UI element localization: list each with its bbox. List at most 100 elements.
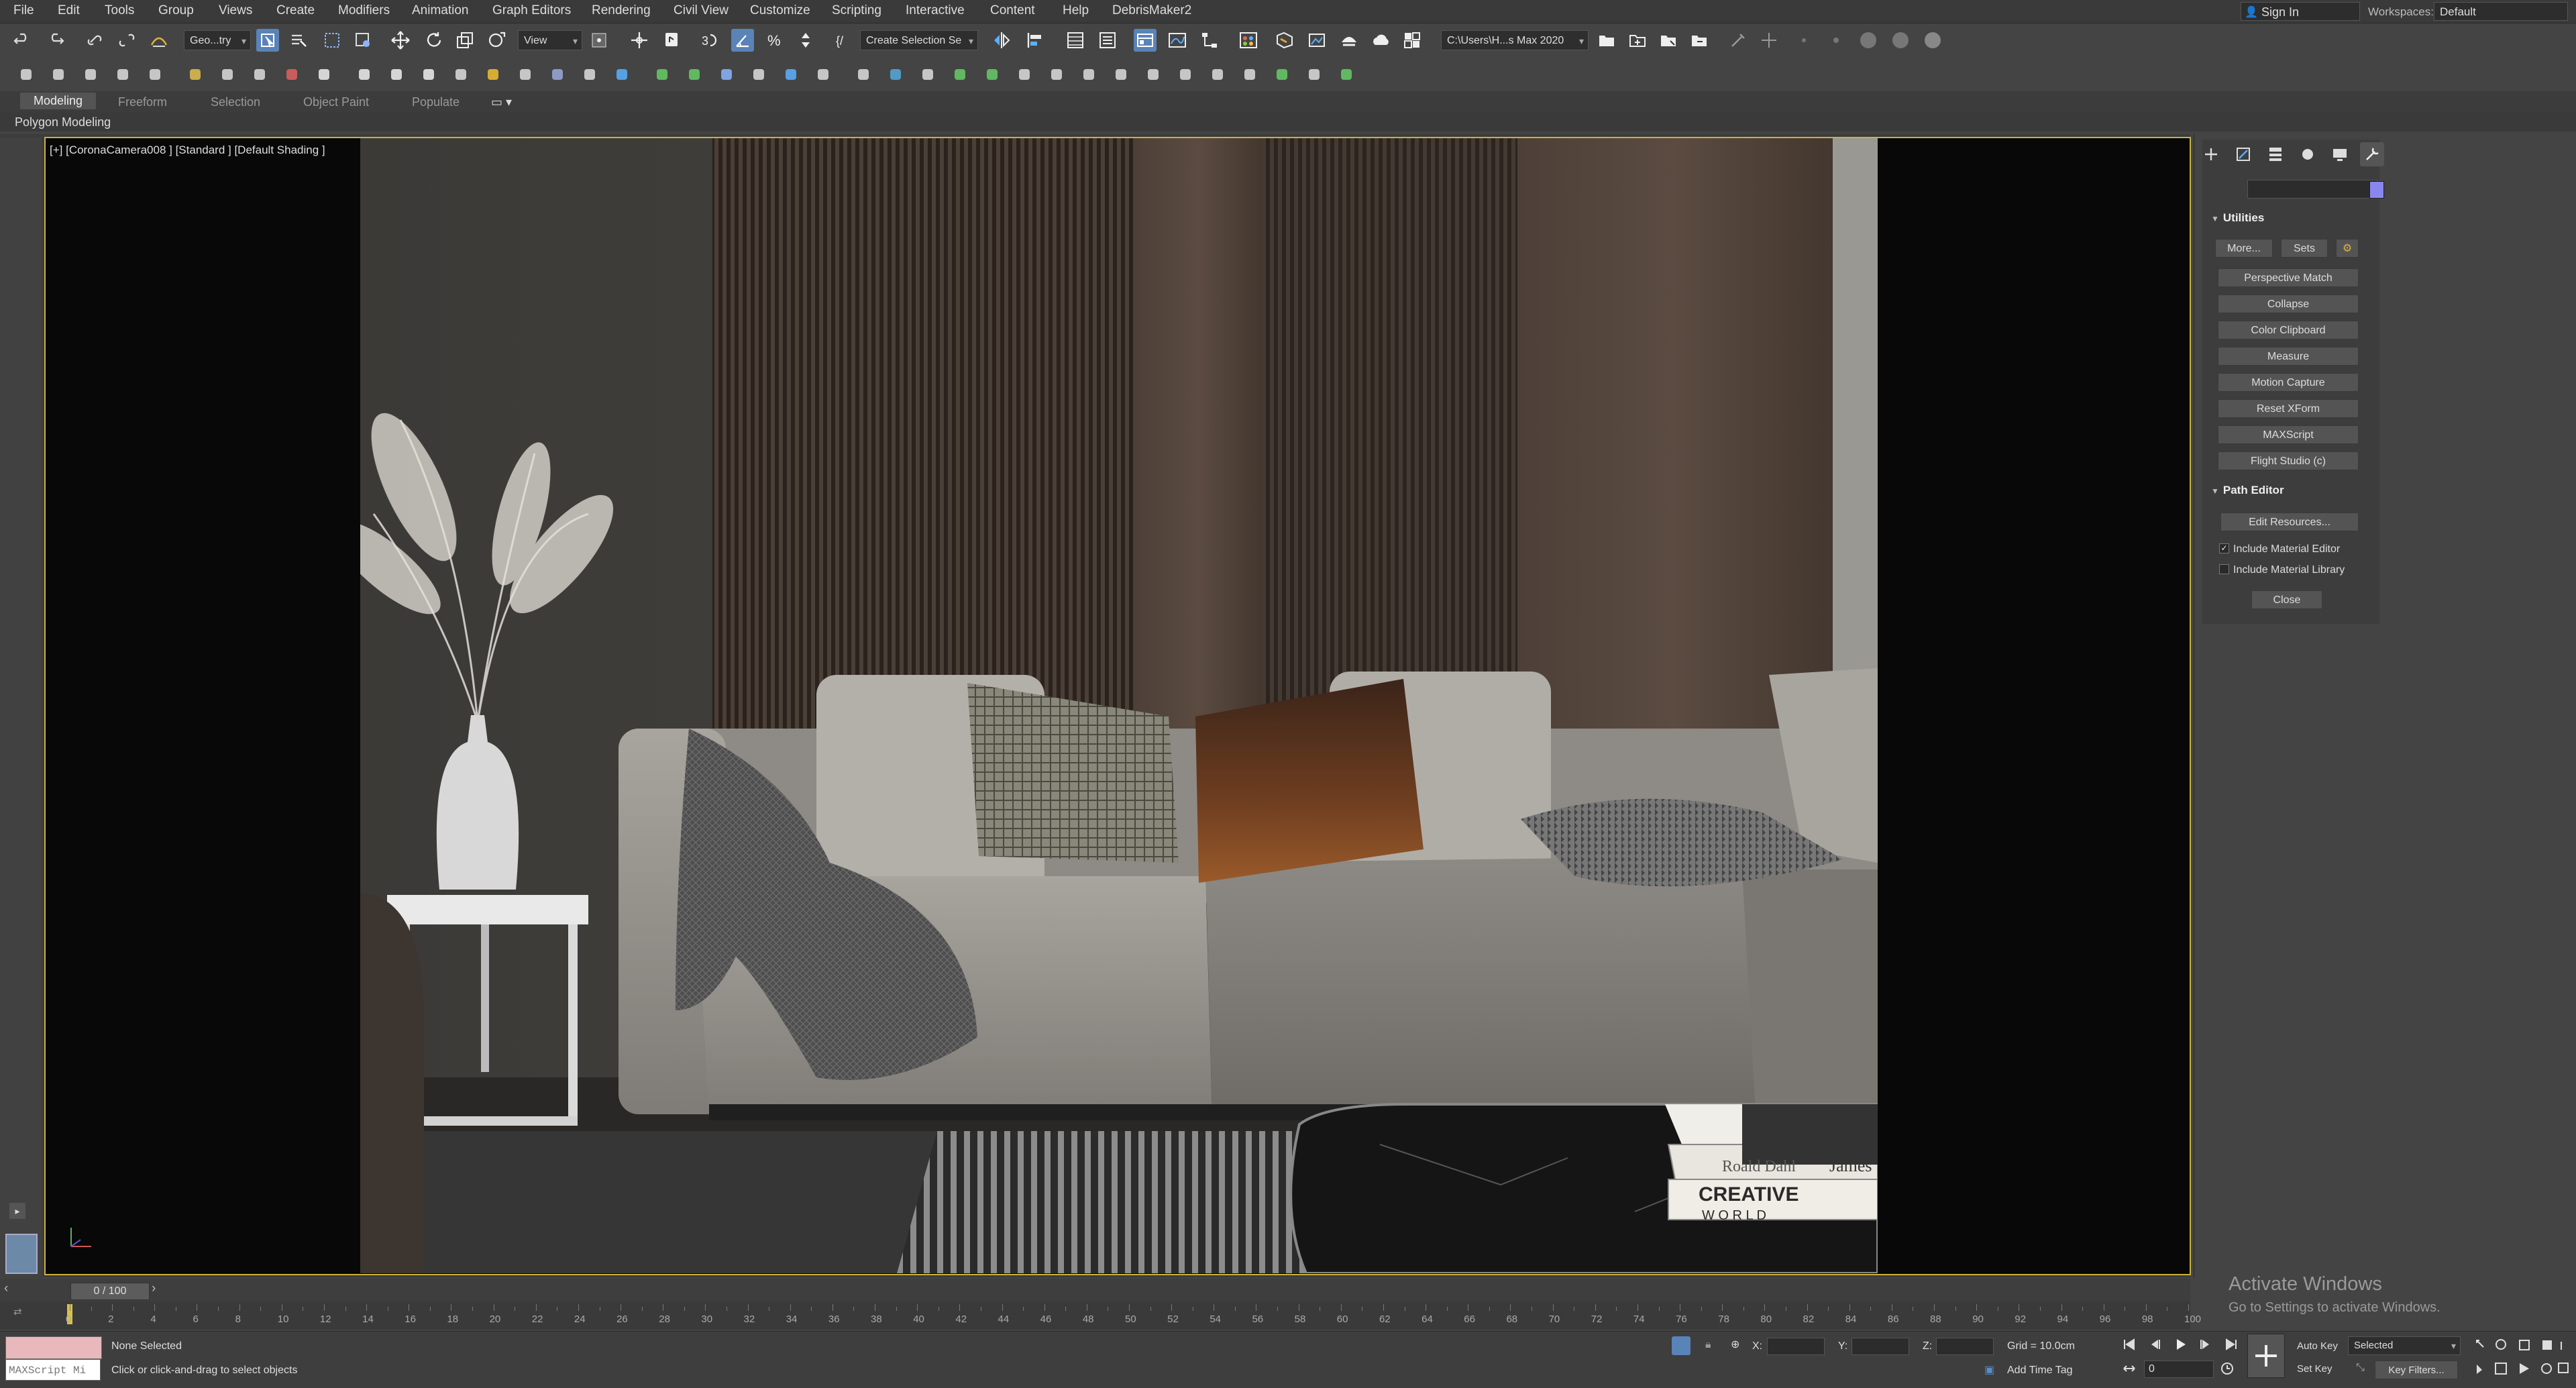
menu-debrismaker2[interactable]: DebrisMaker2: [1112, 3, 1191, 18]
more-button[interactable]: More...: [2215, 239, 2273, 258]
expand-icon[interactable]: ▸: [9, 1203, 25, 1219]
time-slider-handle[interactable]: 0 / 100: [70, 1283, 150, 1300]
material-icon[interactable]: [683, 63, 706, 86]
schematic-view-icon[interactable]: [1198, 29, 1221, 52]
key-mode-dropdown[interactable]: Selected: [2348, 1336, 2461, 1355]
tab-object-paint[interactable]: Object Paint: [303, 95, 369, 109]
z-coordinate-field[interactable]: [1936, 1338, 1994, 1355]
slider-next-icon[interactable]: ›: [152, 1281, 156, 1296]
utilities-tab-icon[interactable]: [2360, 142, 2384, 166]
render-production-icon[interactable]: [1338, 29, 1360, 52]
tool-g-icon[interactable]: [1271, 63, 1293, 86]
tool-h-icon[interactable]: [1303, 63, 1326, 86]
flight-studio-button[interactable]: Flight Studio (c): [2218, 451, 2359, 470]
include-material-editor-checkbox[interactable]: ✓ Include Material Editor: [2219, 543, 2340, 555]
render-frame-icon[interactable]: [79, 63, 102, 86]
explorer-icon[interactable]: [15, 63, 38, 86]
render-icon-extra[interactable]: [1401, 29, 1424, 52]
menu-create[interactable]: Create: [276, 3, 315, 18]
unlink-icon[interactable]: [115, 29, 138, 52]
teapot-icon[interactable]: [417, 63, 440, 86]
place-icon[interactable]: [486, 29, 508, 52]
menu-content[interactable]: Content: [990, 3, 1035, 18]
rig-icon[interactable]: [280, 63, 303, 86]
set-keys-icon[interactable]: [2247, 1334, 2285, 1378]
box-primitive-icon[interactable]: [313, 63, 335, 86]
bind-space-warp-icon[interactable]: [148, 29, 170, 52]
cylinder-icon[interactable]: [385, 63, 408, 86]
layer-icon[interactable]: [111, 63, 134, 86]
forest-icon[interactable]: [651, 63, 674, 86]
configure-sets-icon[interactable]: ⚙: [2336, 239, 2359, 258]
globe-icon[interactable]: [610, 63, 633, 86]
isolate-selection-icon[interactable]: [1672, 1336, 1690, 1355]
polygon-modeling-label[interactable]: Polygon Modeling: [15, 115, 111, 129]
viewport-layout-icon[interactable]: [5, 1234, 38, 1274]
mini-curve-editor-icon[interactable]: ⇄: [13, 1305, 39, 1323]
auto-key-button[interactable]: Auto Key: [2297, 1340, 2338, 1352]
menu-civil-view[interactable]: Civil View: [674, 3, 729, 18]
previous-frame-icon[interactable]: [2145, 1335, 2164, 1354]
menu-graph-editors[interactable]: Graph Editors: [492, 3, 571, 18]
key-mode-icon[interactable]: [2120, 1359, 2139, 1378]
cloud-icon[interactable]: [47, 63, 70, 86]
menu-interactive[interactable]: Interactive: [906, 3, 965, 18]
link-icon[interactable]: [83, 29, 106, 52]
redo-icon[interactable]: [44, 29, 67, 52]
spinner-snap-icon[interactable]: [794, 29, 817, 52]
current-frame-field[interactable]: 0: [2144, 1360, 2214, 1378]
stat-icon[interactable]: [812, 63, 835, 86]
material-editor-icon[interactable]: [1237, 29, 1260, 52]
named-selection-sets-dropdown[interactable]: Create Selection Se: [860, 30, 978, 50]
undo-icon[interactable]: [11, 29, 34, 52]
measure-button[interactable]: Measure: [2218, 347, 2359, 366]
container-icon[interactable]: [248, 63, 271, 86]
selection-filter-dropdown[interactable]: Geo...try: [184, 30, 251, 50]
maxscript-listener-pink[interactable]: [5, 1336, 102, 1359]
slider-prev-icon[interactable]: ‹: [4, 1281, 8, 1296]
set-key-button[interactable]: Set Key: [2297, 1363, 2332, 1375]
tab-freeform[interactable]: Freeform: [118, 95, 167, 109]
sign-in-dropdown[interactable]: Sign In: [2241, 2, 2360, 21]
camera-icon[interactable]: [747, 63, 770, 86]
object-color-swatch[interactable]: [2369, 181, 2384, 199]
tools-icon[interactable]: [1727, 29, 1750, 52]
perspective-match-button[interactable]: Perspective Match: [2218, 268, 2359, 287]
percent-snap-icon[interactable]: %: [763, 29, 786, 52]
time-tag-icon[interactable]: ▣: [1984, 1363, 1994, 1377]
sphere-icon[interactable]: [353, 63, 376, 86]
circle-icon-1[interactable]: [1857, 29, 1880, 52]
sun-light-icon[interactable]: [482, 63, 504, 86]
tool-b-icon[interactable]: [1110, 63, 1132, 86]
reference-coordinate-dropdown[interactable]: View: [518, 30, 582, 50]
go-to-end-icon[interactable]: [2222, 1335, 2241, 1354]
toggle-ribbon-icon[interactable]: [1134, 29, 1157, 52]
menu-modifiers[interactable]: Modifiers: [338, 3, 390, 18]
scatter-icon[interactable]: [546, 63, 569, 86]
add-time-tag[interactable]: Add Time Tag: [2007, 1365, 2073, 1377]
sky-icon[interactable]: [884, 63, 907, 86]
sets-button[interactable]: Sets: [2281, 239, 2328, 258]
dot-icon-2[interactable]: [1825, 29, 1847, 52]
help-icon[interactable]: [852, 63, 875, 86]
save-project-icon[interactable]: [1688, 29, 1711, 52]
menu-rendering[interactable]: Rendering: [592, 3, 651, 18]
color-clipboard-button[interactable]: Color Clipboard: [2218, 321, 2359, 339]
display-tab-icon[interactable]: [2328, 142, 2352, 166]
reset-xform-button[interactable]: Reset XForm: [2218, 399, 2359, 418]
tab-modeling[interactable]: Modeling: [20, 93, 97, 109]
tool-d-icon[interactable]: [1174, 63, 1197, 86]
select-manipulate-icon[interactable]: [628, 29, 651, 52]
maxscript-mini-listener[interactable]: MAXScript Mi: [5, 1359, 101, 1381]
tool-a-icon[interactable]: [1077, 63, 1100, 86]
toggle-layer-explorer-icon[interactable]: [1096, 29, 1119, 52]
rendered-frame-window-icon[interactable]: [1305, 29, 1328, 52]
create-tab-icon[interactable]: [2199, 142, 2223, 166]
include-material-library-checkbox[interactable]: Include Material Library: [2219, 564, 2345, 576]
render-region-icon[interactable]: [780, 63, 802, 86]
window-crossing-icon[interactable]: [352, 29, 374, 52]
menu-edit[interactable]: Edit: [58, 3, 80, 18]
motion-capture-button[interactable]: Motion Capture: [2218, 373, 2359, 392]
go-to-start-icon[interactable]: [2120, 1335, 2139, 1354]
utilities-rollout-header[interactable]: ▼ Utilities: [2207, 209, 2373, 227]
